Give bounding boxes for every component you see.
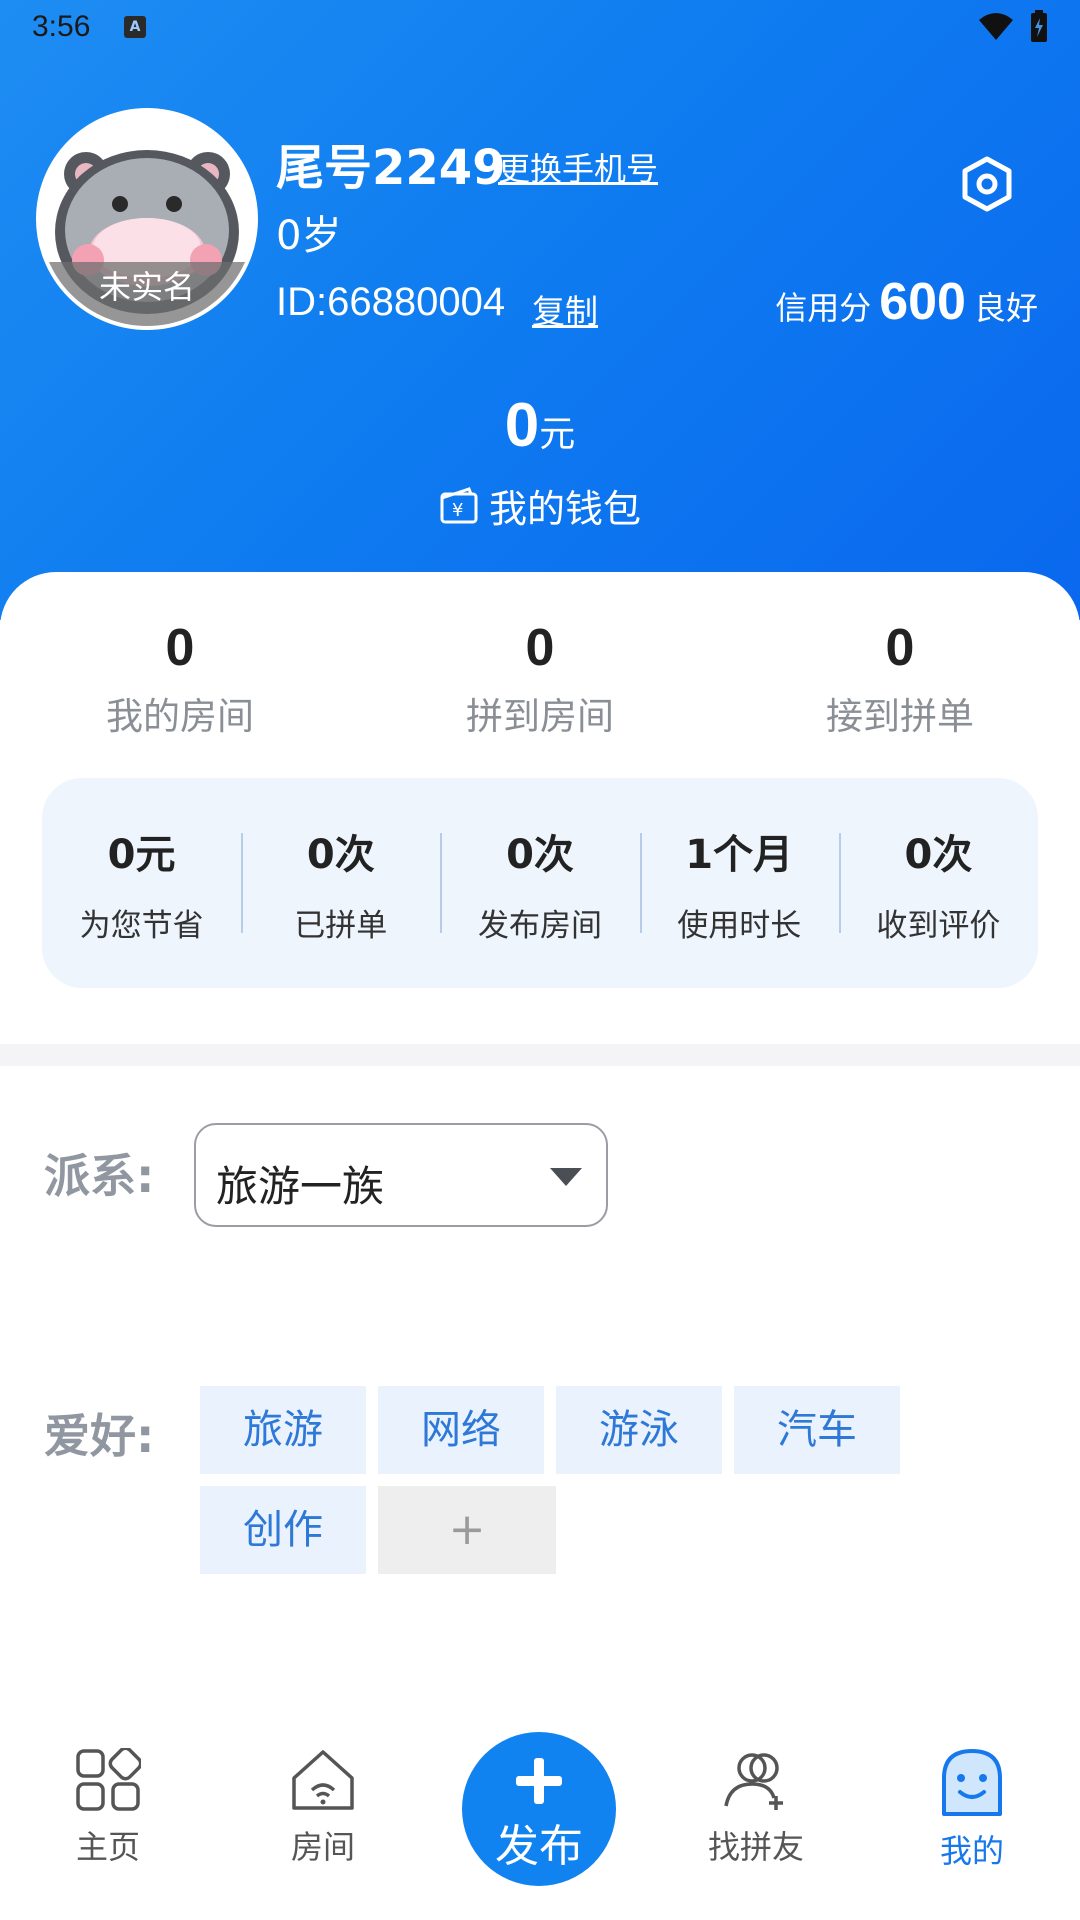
stat-received-orders[interactable]: 0 接到拼单 — [720, 618, 1080, 740]
status-time: 3:56 — [32, 10, 91, 43]
summary-label: 使用时长 — [677, 907, 802, 944]
add-friend-icon — [724, 1753, 783, 1810]
summary-panel: 0元 为您节省 0次 已拼单 0次 发布房间 1个月 使用时长 0次 收到评价 — [42, 778, 1038, 988]
summary-label: 已拼单 — [294, 907, 388, 944]
balance-amount: 0 — [504, 391, 540, 460]
nickname: 尾号2249 — [276, 140, 506, 196]
section-divider — [0, 1044, 1080, 1066]
summary-value: 1个月 — [685, 831, 794, 878]
status-bar: 3:56 A — [0, 0, 1080, 56]
age-text: 0岁 — [276, 213, 342, 259]
plus-icon — [516, 1758, 562, 1804]
credit-level: 良好 — [973, 289, 1038, 327]
a-badge-icon: A — [124, 16, 146, 38]
summary-published: 0次 发布房间 — [440, 832, 639, 944]
stat-value: 0 — [165, 619, 195, 677]
dropdown-arrow-icon — [550, 1168, 582, 1186]
wallet-button[interactable]: ¥ 我的钱包 — [0, 478, 1080, 533]
summary-saved: 0元 为您节省 — [42, 832, 241, 944]
wallet-balance[interactable]: 0元 — [0, 390, 1080, 461]
hobby-tag[interactable]: 游泳 — [556, 1386, 722, 1474]
stat-joined-rooms[interactable]: 0 拼到房间 — [360, 618, 720, 740]
summary-joined: 0次 已拼单 — [241, 832, 440, 944]
svg-text:¥: ¥ — [452, 500, 463, 521]
credit-score[interactable]: 信用分 600 良好 — [775, 272, 1038, 332]
tab-label: 我的 — [939, 1832, 1004, 1870]
user-id: ID:66880004 — [276, 280, 506, 324]
avatar[interactable]: 未实名 — [36, 108, 258, 330]
copy-id-link[interactable]: 复制 — [532, 285, 598, 333]
stat-label: 我的房间 — [106, 695, 254, 738]
hobby-label: 爱好: — [44, 1409, 155, 1463]
stat-value: 0 — [525, 619, 555, 677]
tab-home[interactable]: 主页 — [38, 1748, 178, 1868]
hobby-tag[interactable]: 汽车 — [734, 1386, 900, 1474]
stat-my-rooms[interactable]: 0 我的房间 — [0, 618, 360, 740]
credit-label: 信用分 — [775, 289, 872, 327]
house-icon — [292, 1750, 354, 1810]
summary-value: 0次 — [506, 831, 574, 878]
summary-label: 为您节省 — [79, 907, 204, 944]
stat-value: 0 — [885, 619, 915, 677]
credit-score-value: 600 — [879, 273, 966, 331]
grid-icon — [76, 1748, 141, 1811]
faction-selected-value: 旅游一族 — [216, 1162, 385, 1211]
hobby-tag[interactable]: 网络 — [378, 1386, 544, 1474]
summary-value: 0次 — [904, 831, 973, 878]
tab-find-partner[interactable]: 找拼友 — [686, 1748, 826, 1868]
summary-value: 0次 — [306, 831, 375, 878]
tab-label: 找拼友 — [707, 1828, 804, 1866]
publish-label: 发布 — [495, 1821, 583, 1872]
verification-status-badge: 未实名 — [40, 262, 254, 326]
hobby-tag[interactable]: 旅游 — [200, 1386, 366, 1474]
summary-value: 0元 — [107, 831, 176, 878]
stat-label: 拼到房间 — [466, 695, 614, 738]
summary-usage: 1个月 使用时长 — [639, 832, 839, 944]
wallet-label: 我的钱包 — [488, 487, 641, 531]
tab-label: 主页 — [75, 1828, 140, 1866]
summary-label: 发布房间 — [478, 907, 602, 944]
publish-button[interactable]: 发布 — [462, 1732, 616, 1886]
add-hobby-button[interactable]: + — [378, 1486, 556, 1574]
change-phone-link[interactable]: 更换手机号 — [498, 144, 658, 190]
summary-label: 收到评价 — [876, 907, 1001, 944]
battery-icon — [1031, 10, 1047, 42]
stat-label: 接到拼单 — [826, 695, 974, 738]
balance-unit: 元 — [539, 414, 576, 455]
wallet-icon: ¥ — [440, 486, 478, 523]
profile-ghost-icon — [942, 1749, 1002, 1816]
summary-reviews: 0次 收到评价 — [838, 832, 1038, 944]
content-card — [0, 572, 1080, 1882]
settings-icon[interactable] — [960, 156, 1014, 212]
tab-label: 房间 — [290, 1828, 355, 1866]
tab-rooms[interactable]: 房间 — [253, 1748, 393, 1868]
tab-mine[interactable]: 我的 — [902, 1748, 1042, 1872]
wifi-icon — [979, 13, 1013, 40]
faction-dropdown[interactable]: 旅游一族 — [194, 1123, 608, 1227]
faction-label: 派系: — [44, 1149, 155, 1203]
hobby-tag[interactable]: 创作 — [200, 1486, 366, 1574]
